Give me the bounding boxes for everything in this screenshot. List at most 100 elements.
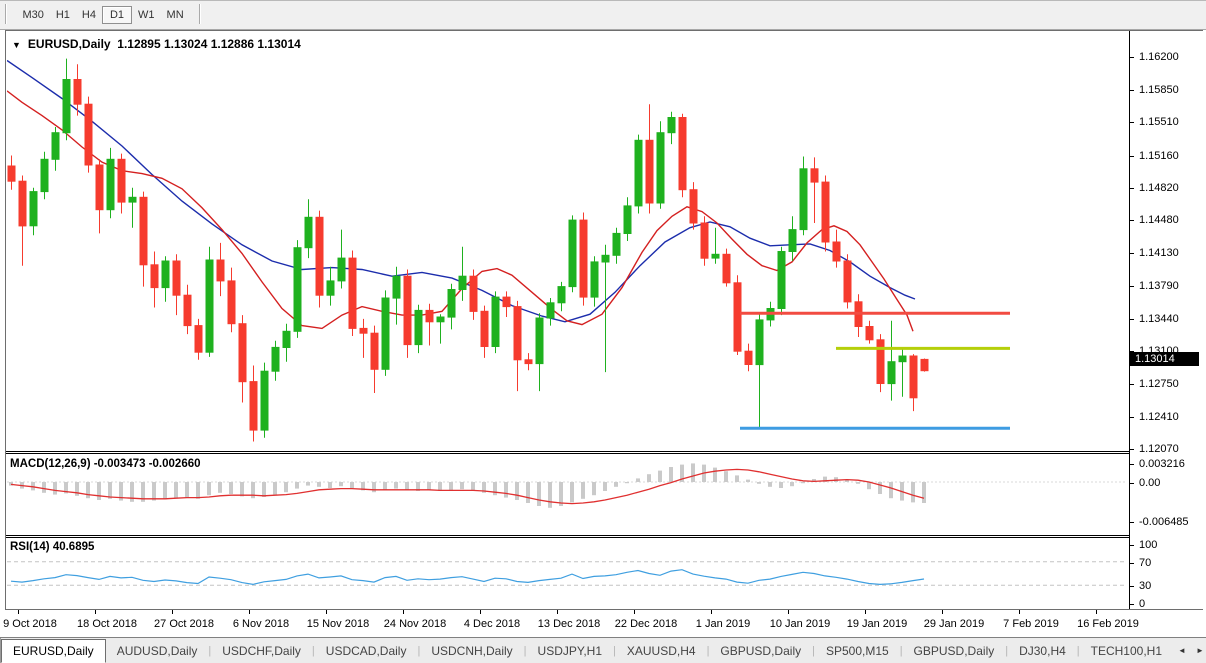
price-axis-label: 1.14820	[1139, 182, 1179, 194]
axis-tick	[1130, 319, 1134, 320]
tab-eurusd-daily[interactable]: EURUSD,Daily	[1, 639, 106, 663]
timeframe-button-m30[interactable]: M30	[16, 7, 49, 23]
timeframe-button-w1[interactable]: W1	[132, 7, 161, 23]
price-axis-label: 1.12750	[1139, 378, 1179, 390]
date-tick	[1019, 610, 1020, 614]
tab-usdjpy-h1[interactable]: USDJPY,H1	[527, 638, 613, 663]
date-tick	[557, 610, 558, 614]
axis-tick	[1130, 122, 1134, 123]
axis-tick	[1130, 449, 1134, 450]
chart-window: 1.16200 1.15850 1.15510 1.15160 1.14820 1.144…	[5, 30, 1203, 610]
timeframe-button-h1[interactable]: H1	[50, 7, 76, 23]
axis-tick	[1130, 586, 1134, 587]
price-axis-label: 1.15510	[1139, 116, 1179, 128]
price-axis-label: 1.12070	[1139, 443, 1179, 455]
rsi-plot[interactable]	[7, 538, 1126, 607]
tab-gbpusd-daily[interactable]: GBPUSD,Daily	[709, 638, 812, 663]
tab-sp500-m15[interactable]: SP500,M15	[815, 638, 900, 663]
rsi-axis-label: 30	[1139, 580, 1151, 592]
date-tick	[403, 610, 404, 614]
date-axis-label: 19 Jan 2019	[847, 618, 908, 630]
tab-audusd-daily[interactable]: AUDUSD,Daily	[106, 638, 209, 663]
date-axis-label: 13 Dec 2018	[538, 618, 600, 630]
date-axis-label: 16 Feb 2019	[1077, 618, 1139, 630]
tab-usdcnh-daily[interactable]: USDCNH,Daily	[420, 638, 523, 663]
date-axis-label: 24 Nov 2018	[384, 618, 446, 630]
axis-tick	[1130, 563, 1134, 564]
timeframe-button-d1[interactable]: D1	[102, 6, 132, 24]
macd-label: MACD(12,26,9) -0.003473 -0.002660	[10, 458, 201, 470]
axis-tick	[1130, 156, 1134, 157]
chart-title: ▼ EURUSD,Daily 1.12895 1.13024 1.12886 1.…	[12, 37, 301, 51]
tab-scroll-arrows: ◄ ►	[1173, 638, 1206, 663]
tab-scroll-right-icon[interactable]: ►	[1191, 644, 1206, 657]
date-tick	[711, 610, 712, 614]
tab-dj30-h4[interactable]: DJ30,H4	[1008, 638, 1077, 663]
chart-tab-bar: EURUSD,DailyAUDUSD,Daily|USDCHF,Daily|US…	[0, 638, 1206, 663]
chart-dropdown-icon[interactable]: ▼	[12, 40, 21, 50]
date-axis-label: 18 Oct 2018	[77, 618, 137, 630]
price-axis-label: 1.14480	[1139, 214, 1179, 226]
rsi-axis-label: 70	[1139, 557, 1151, 569]
tab-usdcad-daily[interactable]: USDCAD,Daily	[315, 638, 418, 663]
macd-axis-label: 0.00	[1139, 477, 1160, 489]
date-axis-label: 29 Jan 2019	[924, 618, 985, 630]
date-axis-label: 1 Jan 2019	[696, 618, 750, 630]
price-axis-label: 1.13790	[1139, 280, 1179, 292]
chart-ohlc-values: 1.12895 1.13024 1.12886 1.13014	[117, 37, 301, 51]
toolbar-separator	[5, 4, 7, 24]
price-axis-label: 1.16200	[1139, 51, 1179, 63]
macd-axis-label: 0.003216	[1139, 458, 1185, 470]
date-tick	[942, 610, 943, 614]
chart-symbol-label: EURUSD,Daily	[28, 37, 111, 51]
date-tick	[326, 610, 327, 614]
axis-tick	[1130, 483, 1134, 484]
price-chart-plot[interactable]	[7, 32, 1126, 451]
price-axis-label: 1.12410	[1139, 411, 1179, 423]
panel-splitter[interactable]	[6, 451, 1202, 454]
date-axis-label: 15 Nov 2018	[307, 618, 369, 630]
date-tick	[480, 610, 481, 614]
tab-items: EURUSD,DailyAUDUSD,Daily|USDCHF,Daily|US…	[1, 638, 1173, 663]
date-axis-label: 7 Feb 2019	[1003, 618, 1059, 630]
date-axis-label: 27 Oct 2018	[154, 618, 214, 630]
tab-tech100-h1[interactable]: TECH100,H1	[1080, 638, 1173, 663]
price-axis-label: 1.13440	[1139, 313, 1179, 325]
axis-tick	[1130, 464, 1134, 465]
tab-gbpusd-daily[interactable]: GBPUSD,Daily	[903, 638, 1006, 663]
axis-tick	[1130, 220, 1134, 221]
tab-usdchf-daily[interactable]: USDCHF,Daily	[211, 638, 312, 663]
timeframe-toolbar: M30H1H4D1W1MN	[0, 0, 1206, 30]
rsi-label: RSI(14) 40.6895	[10, 541, 94, 553]
date-tick	[865, 610, 866, 614]
axis-tick	[1130, 57, 1134, 58]
axis-tick	[1130, 545, 1134, 546]
axis-tick	[1130, 90, 1134, 91]
axis-tick	[1130, 188, 1134, 189]
price-axis: 1.16200 1.15850 1.15510 1.15160 1.14820 1.144…	[1129, 31, 1203, 609]
axis-tick	[1130, 417, 1134, 418]
timeframe-button-h4[interactable]: H4	[76, 7, 102, 23]
price-axis-label: 1.15160	[1139, 150, 1179, 162]
axis-tick	[1130, 286, 1134, 287]
tab-xauusd-h4[interactable]: XAUUSD,H4	[616, 638, 707, 663]
axis-tick	[1130, 604, 1134, 605]
date-tick	[249, 610, 250, 614]
macd-axis-label: -0.006485	[1139, 516, 1189, 528]
rsi-axis-label: 100	[1139, 539, 1157, 551]
timeframe-bar: M30H1H4D1W1MN	[16, 5, 189, 22]
rsi-axis-label: 0	[1139, 598, 1145, 610]
date-axis-label: 9 Oct 2018	[3, 618, 57, 630]
axis-tick	[1130, 253, 1134, 254]
current-price-tag: 1.13014	[1130, 352, 1199, 366]
price-axis-label: 1.14130	[1139, 247, 1179, 259]
date-tick	[1096, 610, 1097, 614]
tab-scroll-left-icon[interactable]: ◄	[1173, 644, 1191, 657]
date-tick	[172, 610, 173, 614]
timeframe-button-mn[interactable]: MN	[161, 7, 190, 23]
date-axis-label: 6 Nov 2018	[233, 618, 289, 630]
date-axis-label: 4 Dec 2018	[464, 618, 520, 630]
price-axis-label: 1.15850	[1139, 84, 1179, 96]
date-axis-label: 10 Jan 2019	[770, 618, 831, 630]
date-tick	[788, 610, 789, 614]
